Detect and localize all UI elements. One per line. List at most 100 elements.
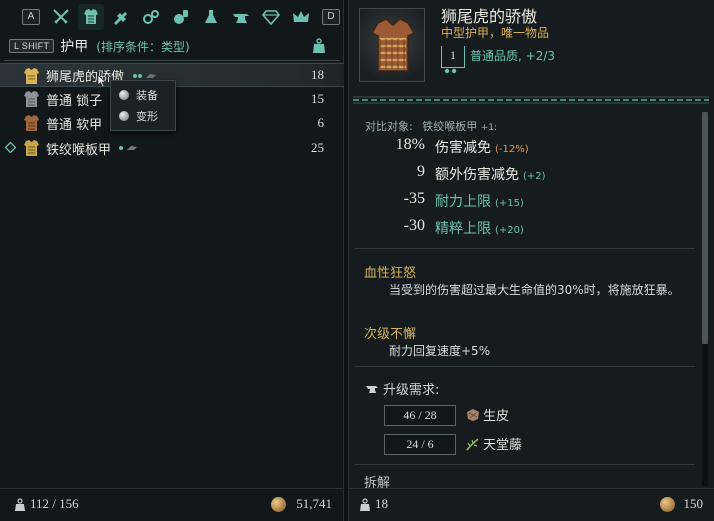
perk-title: 次级不懈 bbox=[364, 327, 417, 342]
leather-armor-icon bbox=[24, 115, 39, 131]
sort-condition[interactable]: (排序条件：类型) bbox=[96, 38, 189, 55]
detail-scrollbar[interactable] bbox=[702, 112, 708, 486]
stat-value: -35 bbox=[403, 190, 425, 207]
stat-delta: (-12%) bbox=[495, 144, 529, 155]
anvil-icon bbox=[366, 386, 378, 393]
section-divider bbox=[355, 248, 695, 249]
quality-pips-icon bbox=[444, 68, 457, 74]
item-weight: 18 bbox=[375, 496, 388, 511]
stat-delta: (+15) bbox=[495, 198, 524, 209]
compare-tier: +1: bbox=[480, 123, 498, 133]
inventory-footer: 112 / 156 51,741 bbox=[0, 488, 344, 521]
material-name: 天堂藤 bbox=[483, 438, 523, 453]
mouse-cursor-icon bbox=[97, 74, 107, 88]
stat-row: -35 耐力上限 (+15) bbox=[349, 190, 689, 214]
gold-armor-icon bbox=[24, 68, 39, 84]
item-count: 18 bbox=[311, 67, 324, 82]
category-header: L SHIFT 护甲 (排序条件：类型) bbox=[0, 34, 344, 58]
stat-delta: (+2) bbox=[523, 171, 546, 182]
detail-scroll-area[interactable]: 对比对象: 铁绞喉板甲 +1: 18% 伤害减免 (-12%) 9 额外伤害减免(… bbox=[349, 104, 709, 488]
pinned-diamond-icon bbox=[5, 142, 16, 153]
category-tabbar: A D bbox=[0, 0, 344, 34]
stat-delta: (+20) bbox=[495, 225, 524, 236]
quality-pips-icon bbox=[133, 74, 156, 78]
upgrade-requirements-title: 升级需求: bbox=[383, 383, 440, 398]
chainmail-icon bbox=[24, 91, 39, 107]
money-total: 51,741 bbox=[296, 496, 332, 511]
swords-icon[interactable] bbox=[48, 4, 74, 30]
coin-icon bbox=[660, 497, 675, 512]
carry-weight: 112 / 156 bbox=[30, 496, 79, 511]
weight-icon bbox=[360, 498, 370, 511]
option-label: 装备 bbox=[136, 89, 158, 102]
anvil-icon[interactable] bbox=[228, 4, 254, 30]
shift-key-hint[interactable]: L SHIFT bbox=[9, 39, 55, 53]
stat-name: 伤害减免 (-12%) bbox=[435, 140, 529, 156]
section-divider bbox=[355, 464, 695, 465]
crafting-icon[interactable] bbox=[108, 4, 134, 30]
option-bullet-icon bbox=[119, 111, 129, 121]
vine-icon bbox=[466, 438, 479, 451]
crown-icon[interactable] bbox=[288, 4, 314, 30]
scrollbar-thumb[interactable] bbox=[702, 112, 708, 344]
prev-category-key[interactable]: A bbox=[22, 9, 40, 25]
quality-name: 普通品质 bbox=[470, 49, 519, 63]
item-context-menu: 装备 变形 bbox=[110, 80, 176, 131]
stat-value: -30 bbox=[403, 217, 425, 234]
equip-option[interactable]: 装备 bbox=[119, 85, 175, 105]
category-title: 护甲 bbox=[60, 39, 89, 55]
compare-label: 对比对象: bbox=[365, 120, 413, 133]
stat-row: 18% 伤害减免 (-12%) bbox=[349, 136, 689, 160]
perk-title: 血性狂怒 bbox=[364, 266, 417, 281]
perk-description: 耐力回复速度+5% bbox=[389, 344, 491, 358]
item-subtitle: 中型护甲，唯一物品 bbox=[441, 26, 550, 40]
item-name: 普通 锁子 bbox=[46, 93, 103, 109]
item-value: 150 bbox=[683, 496, 704, 511]
consumables-icon[interactable] bbox=[168, 4, 194, 30]
ornament-divider bbox=[353, 96, 709, 104]
stat-value: 9 bbox=[417, 163, 425, 180]
item-count: 15 bbox=[311, 91, 324, 106]
stat-value: 18% bbox=[395, 136, 425, 153]
next-category-key[interactable]: D bbox=[322, 9, 340, 25]
stat-name: 额外伤害减免 (+2) bbox=[435, 167, 546, 183]
item-name: 普通 软甲 bbox=[46, 117, 103, 133]
compare-line: 对比对象: 铁绞喉板甲 +1: bbox=[365, 118, 497, 134]
stat-name: 精粹上限 (+20) bbox=[435, 221, 524, 237]
plate-armor-icon bbox=[24, 140, 39, 156]
stat-row: 9 额外伤害减免 (+2) bbox=[349, 163, 689, 187]
stat-name: 耐力上限 (+15) bbox=[435, 194, 524, 210]
perk-description: 当受到的伤害超过最大生命值的30%时，将施放狂暴。 bbox=[389, 283, 680, 297]
armor-icon[interactable] bbox=[78, 4, 104, 30]
item-name: 铁绞喉板甲 bbox=[46, 142, 112, 158]
item-detail-panel: 狮尾虎的骄傲 中型护甲，唯一物品 1 普通品质, +2/3 对比对象: 铁绞喉板… bbox=[348, 0, 714, 521]
item-count: 6 bbox=[317, 115, 325, 130]
alchemy-icon[interactable] bbox=[198, 4, 224, 30]
detail-footer: 18 150 bbox=[349, 488, 714, 521]
dismantle-section-title[interactable]: 拆解 bbox=[364, 472, 390, 488]
item-portrait bbox=[359, 8, 425, 82]
option-label: 变形 bbox=[136, 110, 158, 123]
compare-item: 铁绞喉板甲 bbox=[422, 120, 478, 133]
filter-weight-icon[interactable] bbox=[312, 38, 326, 54]
gem-icon[interactable] bbox=[258, 4, 284, 30]
list-divider bbox=[4, 60, 340, 61]
quality-pips-icon bbox=[119, 146, 137, 150]
quality-progress: +2/3 bbox=[525, 49, 556, 63]
stat-row: -30 精粹上限 (+20) bbox=[349, 217, 689, 241]
coin-icon bbox=[271, 497, 286, 512]
tier-box: 1 bbox=[441, 46, 465, 68]
armor-portrait-icon bbox=[370, 18, 416, 72]
inventory-panel: A D L SHIFT 护甲 (排序条件：类型) 狮尾虎的骄傲 18 普通 锁子… bbox=[0, 0, 344, 521]
hide-icon bbox=[467, 409, 479, 421]
jewelry-icon[interactable] bbox=[138, 4, 164, 30]
transform-option[interactable]: 变形 bbox=[119, 106, 175, 126]
material-count: 24 / 6 bbox=[384, 434, 456, 455]
material-count: 46 / 28 bbox=[384, 405, 456, 426]
material-name: 生皮 bbox=[483, 409, 510, 424]
item-count: 25 bbox=[311, 140, 324, 155]
quality-label: 普通品质, +2/3 bbox=[470, 49, 556, 63]
weight-icon bbox=[15, 498, 25, 511]
section-divider bbox=[355, 366, 695, 367]
list-item[interactable]: 铁绞喉板甲 25 bbox=[0, 136, 344, 160]
